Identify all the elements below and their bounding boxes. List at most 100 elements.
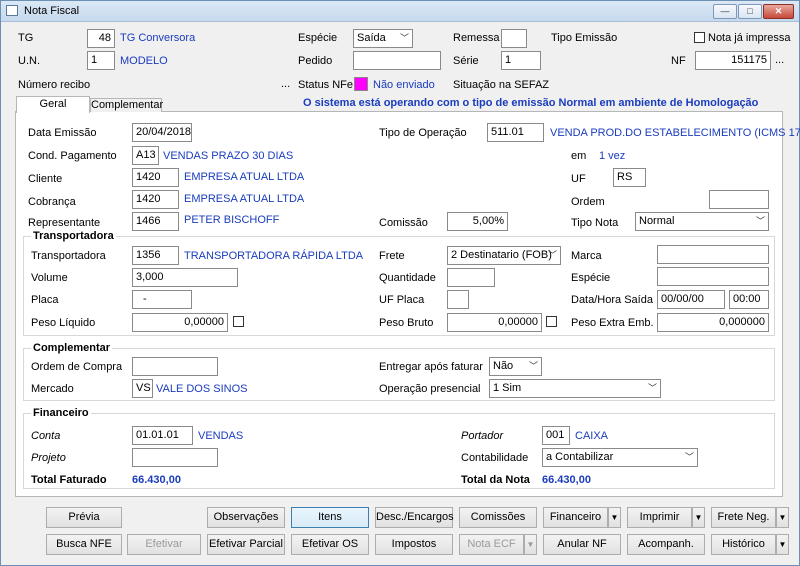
tab-complementar[interactable]: Complementar xyxy=(90,98,163,112)
cond-pagamento-input[interactable]: A13 xyxy=(132,146,159,165)
nota-ja-impressa-checkbox[interactable] xyxy=(694,32,705,43)
ordem-input[interactable] xyxy=(709,190,769,209)
historico-dropdown-button[interactable]: ▼ xyxy=(776,534,789,555)
tg-description: TG Conversora xyxy=(120,32,196,44)
acompanh-button[interactable]: Acompanh. xyxy=(627,534,705,555)
complementar-group-title: Complementar xyxy=(31,342,113,355)
imprimir-button[interactable]: Imprimir xyxy=(627,507,692,528)
recibo-more-button[interactable]: ... xyxy=(281,78,290,91)
anular-nf-button[interactable]: Anular NF xyxy=(543,534,621,555)
pedido-input[interactable] xyxy=(353,51,441,70)
nota-ja-impressa-label: Nota já impressa xyxy=(708,32,791,44)
entregar-value: Não xyxy=(493,360,514,372)
cliente-label: Cliente xyxy=(28,173,63,185)
peso-bruto-input[interactable]: 0,00000 xyxy=(447,313,542,332)
tipo-operacao-input[interactable]: 511.01 xyxy=(487,123,544,142)
observacoes-button[interactable]: Observações xyxy=(207,507,285,528)
tipo-operacao-label: Tipo de Operação xyxy=(379,127,467,139)
nf-more-button[interactable]: ... xyxy=(775,54,784,67)
representante-input[interactable]: 1466 xyxy=(132,212,179,231)
operacao-presencial-value: 1 Sim xyxy=(493,382,522,394)
window-title: Nota Fiscal xyxy=(24,5,80,17)
portador-description: CAIXA xyxy=(575,430,609,442)
financeiro-group-title: Financeiro xyxy=(31,407,91,420)
especie-value: Saída xyxy=(357,32,386,44)
desc-encargos-button[interactable]: Desc./Encargos xyxy=(375,507,454,528)
tg-input[interactable]: 48 xyxy=(87,29,115,48)
cobranca-label: Cobrança xyxy=(28,196,76,208)
peso-bruto-checkbox[interactable] xyxy=(546,316,557,327)
peso-liquido-checkbox[interactable] xyxy=(233,316,244,327)
entregar-label: Entregar após faturar xyxy=(379,361,483,373)
close-button[interactable]: ✕ xyxy=(763,4,794,19)
financeiro-button[interactable]: Financeiro xyxy=(543,507,608,528)
historico-button[interactable]: Histórico xyxy=(711,534,776,555)
cliente-input[interactable]: 1420 xyxy=(132,168,179,187)
situacao-sefaz-label: Situação na SEFAZ xyxy=(453,79,549,91)
environment-banner: O sistema está operando com o tipo de em… xyxy=(303,97,759,109)
remessa-input[interactable] xyxy=(501,29,527,48)
un-input[interactable]: 1 xyxy=(87,51,115,70)
especie-transporte-input[interactable] xyxy=(657,267,769,286)
previa-button[interactable]: Prévia xyxy=(46,507,122,528)
conta-input[interactable]: 01.01.01 xyxy=(132,426,193,445)
tab-geral[interactable]: Geral xyxy=(16,96,90,113)
hora-saida-input[interactable]: 00:00 xyxy=(729,290,769,309)
chevron-down-icon: ﹀ xyxy=(547,250,557,260)
comissao-input[interactable]: 5,00% xyxy=(447,212,508,231)
quantidade-input[interactable] xyxy=(447,268,495,287)
nota-ecf-button[interactable]: Nota ECF xyxy=(459,534,524,555)
efetivar-parcial-button[interactable]: Efetivar Parcial xyxy=(207,534,285,555)
remessa-label: Remessa xyxy=(453,32,500,44)
cobranca-description: EMPRESA ATUAL LTDA xyxy=(184,193,305,205)
frete-label: Frete xyxy=(379,250,405,262)
nota-fiscal-window: Nota Fiscal — □ ✕ TG 48 TG Conversora Es… xyxy=(0,0,800,566)
imprimir-dropdown-button[interactable]: ▼ xyxy=(692,507,705,528)
especie-transporte-label: Espécie xyxy=(571,272,611,284)
peso-extra-input[interactable]: 0,000000 xyxy=(657,313,769,332)
busca-nfe-button[interactable]: Busca NFE xyxy=(46,534,122,555)
efetivar-os-button[interactable]: Efetivar OS xyxy=(291,534,369,555)
frete-neg-button[interactable]: Frete Neg. xyxy=(711,507,776,528)
mercado-input[interactable]: VS xyxy=(132,379,153,398)
status-color-indicator xyxy=(354,77,368,91)
data-emissao-input[interactable]: 20/04/2018 xyxy=(132,123,192,142)
cobranca-input[interactable]: 1420 xyxy=(132,190,179,209)
peso-bruto-label: Peso Bruto xyxy=(379,317,434,329)
uf-placa-input[interactable] xyxy=(447,290,469,309)
minimize-button[interactable]: — xyxy=(713,4,737,19)
impostos-button[interactable]: Impostos xyxy=(375,534,453,555)
frete-neg-dropdown-button[interactable]: ▼ xyxy=(776,507,789,528)
volume-input[interactable]: 3,000 xyxy=(132,268,238,287)
peso-liquido-input[interactable]: 0,00000 xyxy=(132,313,228,332)
operacao-presencial-select[interactable]: 1 Sim ﹀ xyxy=(489,379,661,398)
transportadora-input[interactable]: 1356 xyxy=(132,246,179,265)
nf-input[interactable]: 151175 xyxy=(695,51,771,70)
contabilidade-value: a Contabilizar xyxy=(546,451,614,463)
especie-select[interactable]: Saída ﹀ xyxy=(353,29,413,48)
itens-button[interactable]: Itens xyxy=(291,507,369,528)
uf-input[interactable]: RS xyxy=(613,168,646,187)
maximize-button[interactable]: □ xyxy=(738,4,762,19)
efetivar-button[interactable]: Efetivar xyxy=(127,534,201,555)
ordem-compra-input[interactable] xyxy=(132,357,218,376)
entregar-select[interactable]: Não ﹀ xyxy=(489,357,542,376)
numero-recibo-label: Número recibo xyxy=(18,79,91,91)
marca-input[interactable] xyxy=(657,245,769,264)
tipo-nota-label: Tipo Nota xyxy=(571,217,619,229)
portador-input[interactable]: 001 xyxy=(542,426,570,445)
contabilidade-select[interactable]: a Contabilizar ﹀ xyxy=(542,448,698,467)
nota-ecf-dropdown-button[interactable]: ▼ xyxy=(524,534,537,555)
data-saida-input[interactable]: 00/00/00 xyxy=(657,290,725,309)
comissao-label: Comissão xyxy=(379,217,428,229)
mercado-description: VALE DOS SINOS xyxy=(156,383,248,395)
frete-select[interactable]: 2 Destinatario (FOB) ﹀ xyxy=(447,246,561,265)
transportadora-label: Transportadora xyxy=(31,250,106,262)
app-icon xyxy=(6,5,18,16)
comissoes-button[interactable]: Comissões xyxy=(459,507,537,528)
serie-input[interactable]: 1 xyxy=(501,51,541,70)
financeiro-dropdown-button[interactable]: ▼ xyxy=(608,507,621,528)
placa-input[interactable]: - xyxy=(132,290,192,309)
tipo-nota-select[interactable]: Normal ﹀ xyxy=(635,212,769,231)
projeto-input[interactable] xyxy=(132,448,218,467)
